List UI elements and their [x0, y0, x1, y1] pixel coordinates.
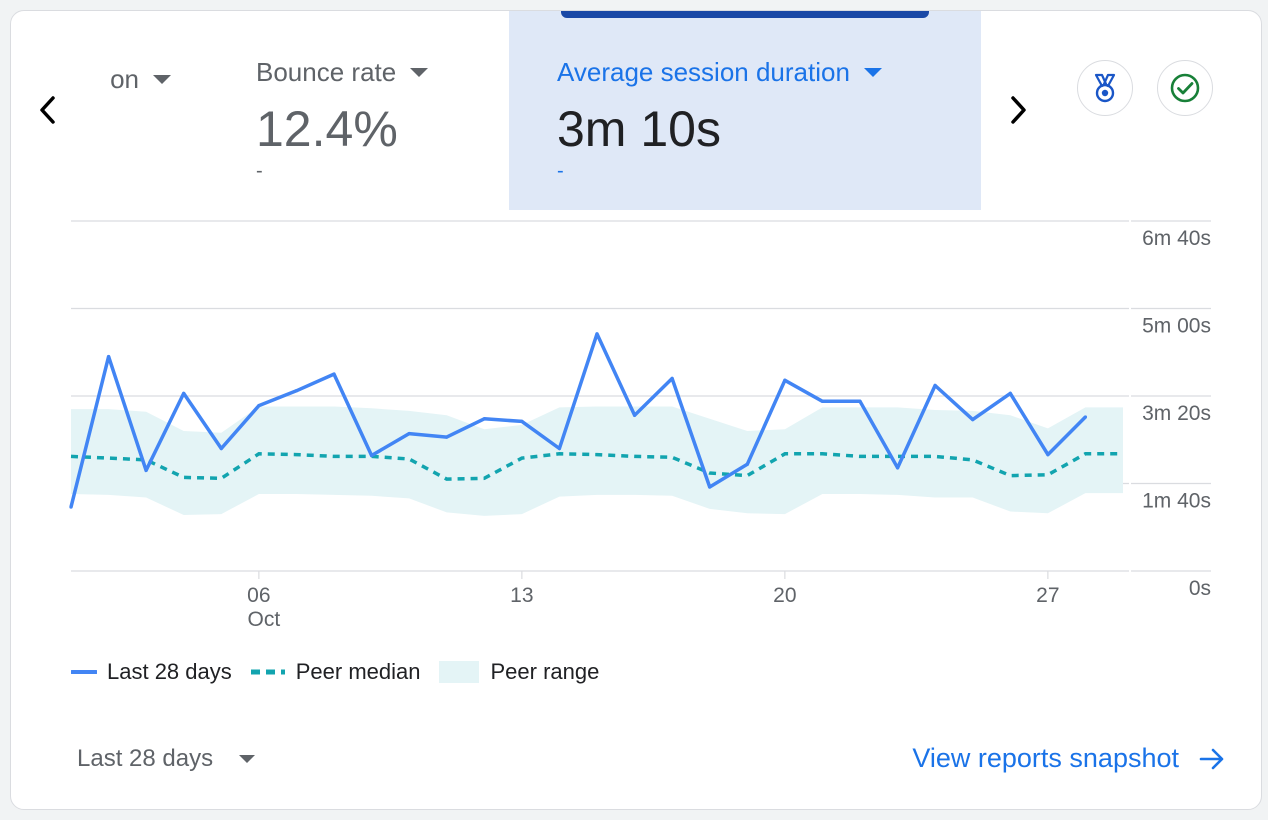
data-point	[144, 468, 148, 472]
caret-down-icon	[239, 755, 256, 763]
dashed-line-swatch	[250, 669, 285, 675]
data-point	[219, 446, 223, 451]
solid-line-swatch	[71, 670, 97, 674]
data-point	[971, 418, 975, 422]
peer-range-band	[71, 406, 1123, 516]
x-tick-label: 27	[1036, 584, 1059, 607]
y-tick-label: 6m 40s	[1142, 227, 1211, 250]
y-tick-label: 0s	[1189, 577, 1211, 600]
data-point	[1083, 415, 1088, 419]
data-point	[369, 453, 374, 458]
legend-item-peer-median: Peer median	[250, 659, 421, 685]
x-tick-label: 13	[510, 584, 533, 607]
chart-gridlines	[71, 220, 1211, 579]
x-tick-label: 20	[773, 584, 796, 607]
data-point	[632, 413, 637, 417]
data-point	[294, 389, 299, 393]
metric-card: on Bounce rate 12.4% - Average session d…	[10, 10, 1262, 810]
legend-item-peer-range: Peer range	[438, 659, 600, 685]
data-point	[520, 419, 524, 423]
legend-label: Peer range	[490, 659, 600, 684]
view-reports-snapshot-link[interactable]: View reports snapshot	[912, 743, 1225, 774]
y-tick-label: 5m 00s	[1142, 315, 1211, 338]
x-tick-label: 06	[247, 584, 270, 607]
legend-label: Last 28 days	[107, 659, 232, 684]
data-point	[1046, 453, 1050, 457]
link-label: View reports snapshot	[912, 743, 1179, 773]
data-point	[69, 505, 73, 509]
data-point	[182, 391, 186, 395]
y-tick-label: 3m 20s	[1142, 402, 1211, 425]
data-point	[858, 399, 862, 403]
area-swatch	[438, 661, 479, 683]
y-axis-labels: 6m 40s 5m 00s 3m 20s 1m 40s 0s	[1142, 227, 1211, 600]
data-point	[783, 378, 787, 382]
data-point	[257, 404, 261, 408]
x-axis-labels: 06Oct 13 20 27	[247, 584, 1059, 631]
date-range-selector[interactable]: Last 28 days	[77, 745, 256, 773]
data-point	[708, 485, 712, 489]
x-tick-month-label: Oct	[248, 608, 281, 631]
data-point	[332, 372, 336, 376]
arrow-right-icon	[1199, 748, 1224, 769]
data-point	[895, 466, 900, 470]
data-point	[106, 355, 111, 359]
y-tick-label: 1m 40s	[1142, 490, 1211, 513]
data-point	[407, 432, 411, 436]
data-point	[445, 435, 449, 439]
date-range-label: Last 28 days	[77, 745, 214, 772]
data-point	[1008, 391, 1012, 395]
data-point	[820, 399, 825, 403]
data-point	[595, 332, 599, 336]
chart-legend: Last 28 days Peer median Peer range	[71, 659, 617, 685]
peer-range-area	[71, 406, 1123, 516]
data-point	[670, 376, 674, 381]
data-point	[745, 462, 749, 466]
session-duration-chart: 6m 40s 5m 00s 3m 20s 1m 40s 0s 06Oct 13 20 27	[69, 220, 1211, 631]
legend-item-last-28-days: Last 28 days	[71, 659, 232, 685]
legend-label: Peer median	[295, 659, 421, 684]
data-point	[557, 446, 562, 451]
data-point	[933, 383, 937, 388]
data-point	[482, 417, 486, 421]
